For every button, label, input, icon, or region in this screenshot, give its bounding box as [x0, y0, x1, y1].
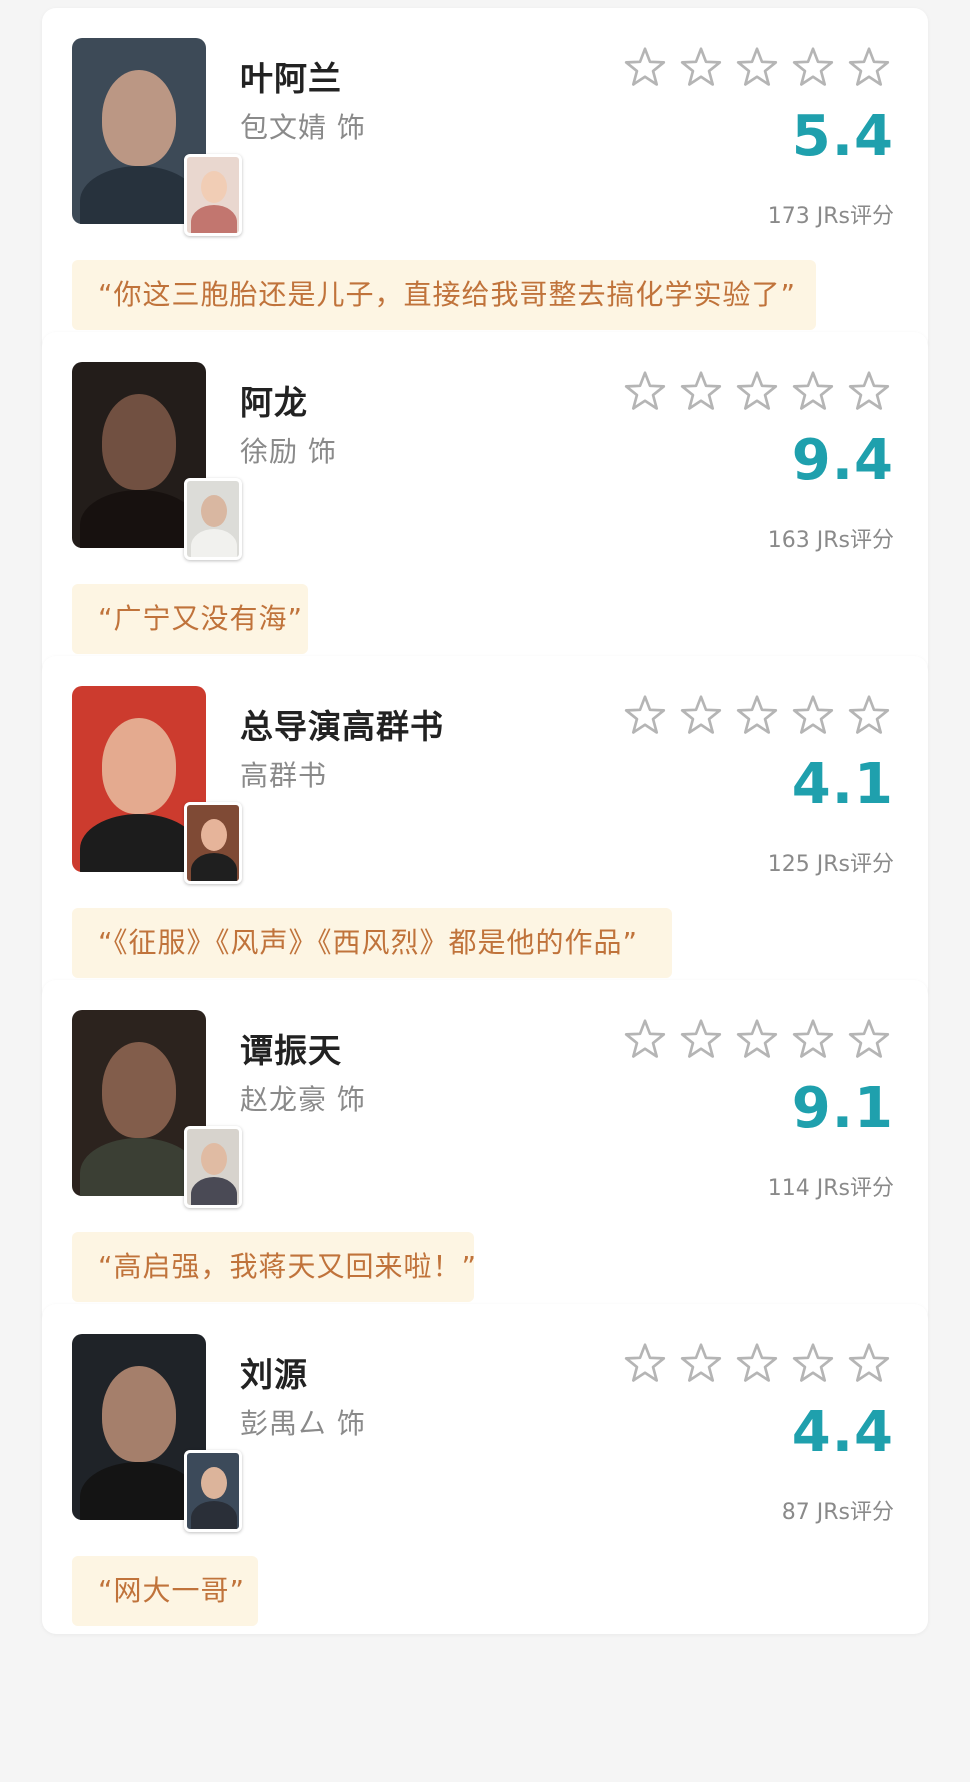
- actor-name: 赵龙豪 饰: [240, 1083, 366, 1116]
- character-rating-list: 叶阿兰 包文婧 饰 5.4 173 JRs评分 “你这三胞胎还是儿子，直接给我哥…: [0, 0, 970, 1782]
- actor-avatar[interactable]: [184, 1126, 242, 1208]
- average-score: 4.4: [791, 1400, 894, 1465]
- character-quote: “你这三胞胎还是儿子，直接给我哥整去搞化学实验了”: [72, 260, 816, 330]
- star-rating-input[interactable]: [622, 692, 892, 742]
- star-outline-icon[interactable]: [846, 692, 892, 738]
- star-outline-icon[interactable]: [622, 44, 668, 90]
- rating-count: 114 JRs评分: [767, 1176, 894, 1201]
- character-card[interactable]: 刘源 彭禺厶 饰 4.4 87 JRs评分 “网大一哥”: [42, 1304, 928, 1634]
- actor-name: 彭禺厶 饰: [240, 1407, 366, 1440]
- rating-count: 163 JRs评分: [767, 528, 894, 553]
- star-outline-icon[interactable]: [846, 44, 892, 90]
- actor-name: 高群书: [240, 759, 328, 792]
- star-outline-icon[interactable]: [790, 44, 836, 90]
- actor-avatar[interactable]: [184, 1450, 242, 1532]
- star-rating-input[interactable]: [622, 368, 892, 418]
- actor-name: 包文婧 饰: [240, 111, 366, 144]
- star-outline-icon[interactable]: [678, 1016, 724, 1062]
- actor-avatar[interactable]: [184, 802, 242, 884]
- star-outline-icon[interactable]: [734, 692, 780, 738]
- star-outline-icon[interactable]: [734, 44, 780, 90]
- character-name: 总导演高群书: [240, 707, 444, 746]
- star-outline-icon[interactable]: [846, 1340, 892, 1386]
- star-outline-icon[interactable]: [678, 692, 724, 738]
- rating-count: 125 JRs评分: [767, 852, 894, 877]
- character-card[interactable]: 谭振天 赵龙豪 饰 9.1 114 JRs评分 “高启强，我蒋天又回来啦！”: [42, 980, 928, 1326]
- star-outline-icon[interactable]: [622, 368, 668, 414]
- star-outline-icon[interactable]: [678, 44, 724, 90]
- character-name: 阿龙: [240, 383, 308, 422]
- actor-avatar[interactable]: [184, 154, 242, 236]
- character-card[interactable]: 阿龙 徐励 饰 9.4 163 JRs评分 “广宁又没有海”: [42, 332, 928, 678]
- star-outline-icon[interactable]: [622, 1340, 668, 1386]
- star-outline-icon[interactable]: [734, 368, 780, 414]
- star-outline-icon[interactable]: [734, 1340, 780, 1386]
- star-outline-icon[interactable]: [678, 368, 724, 414]
- average-score: 9.4: [791, 428, 894, 493]
- actor-avatar[interactable]: [184, 478, 242, 560]
- star-outline-icon[interactable]: [790, 692, 836, 738]
- star-outline-icon[interactable]: [734, 1016, 780, 1062]
- star-rating-input[interactable]: [622, 1340, 892, 1390]
- average-score: 4.1: [791, 752, 894, 817]
- rating-count: 87 JRs评分: [781, 1500, 894, 1525]
- average-score: 9.1: [791, 1076, 894, 1141]
- character-quote: “高启强，我蒋天又回来啦！”: [72, 1232, 476, 1302]
- star-rating-input[interactable]: [622, 1016, 892, 1066]
- actor-name: 徐励 饰: [240, 435, 337, 468]
- star-outline-icon[interactable]: [790, 368, 836, 414]
- star-outline-icon[interactable]: [790, 1340, 836, 1386]
- star-outline-icon[interactable]: [846, 1016, 892, 1062]
- star-outline-icon[interactable]: [790, 1016, 836, 1062]
- character-name: 刘源: [240, 1355, 308, 1394]
- rating-count: 173 JRs评分: [767, 204, 894, 229]
- character-quote: “《征服》《风声》《西风烈》都是他的作品”: [72, 908, 672, 978]
- star-outline-icon[interactable]: [678, 1340, 724, 1386]
- character-quote: “广宁又没有海”: [72, 584, 308, 654]
- character-quote: “网大一哥”: [72, 1556, 258, 1626]
- character-name: 叶阿兰: [240, 59, 342, 98]
- star-outline-icon[interactable]: [846, 368, 892, 414]
- average-score: 5.4: [791, 104, 894, 169]
- star-outline-icon[interactable]: [622, 692, 668, 738]
- character-name: 谭振天: [240, 1031, 342, 1070]
- character-card[interactable]: 总导演高群书 高群书 4.1 125 JRs评分 “《征服》《风声》《西风烈》都…: [42, 656, 928, 1002]
- character-card[interactable]: 叶阿兰 包文婧 饰 5.4 173 JRs评分 “你这三胞胎还是儿子，直接给我哥…: [42, 8, 928, 354]
- star-rating-input[interactable]: [622, 44, 892, 94]
- star-outline-icon[interactable]: [622, 1016, 668, 1062]
